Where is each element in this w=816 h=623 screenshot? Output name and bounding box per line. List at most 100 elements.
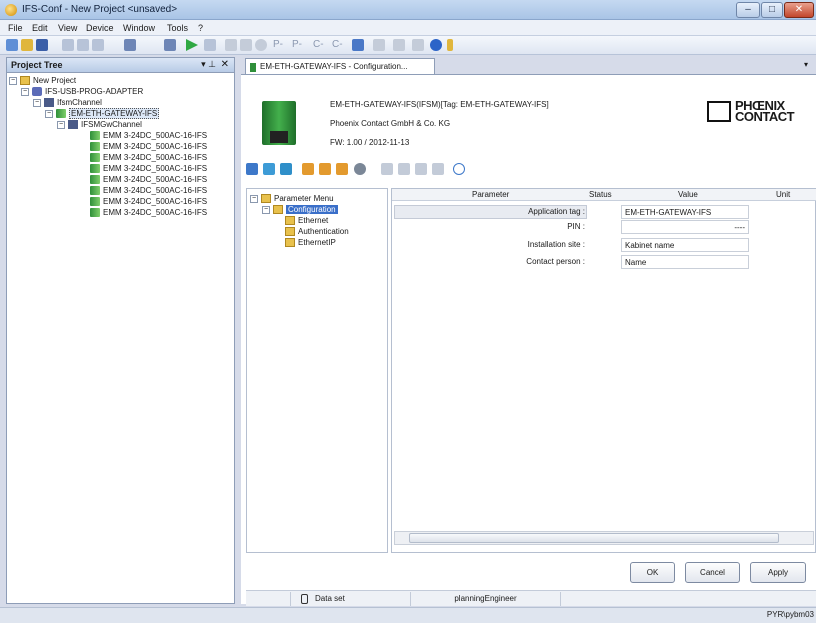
edit-icon[interactable] (280, 163, 292, 175)
info-icon[interactable] (453, 163, 465, 175)
tree-node-device[interactable]: EMM 3-24DC_500AC-16-IFS (90, 163, 207, 174)
minimize-button[interactable]: – (736, 2, 760, 18)
close-button[interactable]: ✕ (784, 2, 814, 18)
menu-view[interactable]: View (58, 23, 77, 33)
open-icon[interactable] (21, 39, 33, 51)
tree-node-device[interactable]: EMM 3-24DC_500AC-16-IFS (90, 130, 207, 141)
tree-node-device[interactable]: EMM 3-24DC_500AC-16-IFS (90, 141, 207, 152)
observe-icon[interactable] (415, 163, 427, 175)
dataset-label: Data set (315, 594, 345, 603)
diagnostics-icon[interactable] (398, 163, 410, 175)
pause-icon[interactable] (204, 39, 216, 51)
tree-node-gw-channel[interactable]: − IFSMGwChannel (57, 119, 142, 130)
table-row: Installation site : Kabinet name (392, 238, 816, 253)
paste-icon[interactable] (92, 39, 104, 51)
application-tag-field[interactable]: EM-ETH-GATEWAY-IFS (621, 205, 749, 219)
copy-icon[interactable] (77, 39, 89, 51)
compare-icon[interactable] (336, 163, 348, 175)
pin-field[interactable]: ---- (621, 220, 749, 234)
tab-list-dropdown-icon[interactable]: ▾ (804, 60, 808, 69)
tab-configuration[interactable]: EM-ETH-GATEWAY-IFS - Configuration... (245, 58, 435, 74)
tree-node-project[interactable]: − New Project (9, 75, 76, 86)
save-icon[interactable] (36, 39, 48, 51)
tree-node-device[interactable]: EMM 3-24DC_500AC-16-IFS (90, 152, 207, 163)
info-icon[interactable] (430, 39, 442, 51)
write-device-icon[interactable] (319, 163, 331, 175)
new-icon[interactable] (6, 39, 18, 51)
tree-node-device[interactable]: EMM 3-24DC_500AC-16-IFS (90, 196, 207, 207)
layout-icon[interactable] (124, 39, 136, 51)
online-icon[interactable] (381, 163, 393, 175)
p-minus-button-1[interactable]: P- (273, 39, 283, 50)
connect-icon[interactable] (164, 39, 176, 51)
toolbar-overflow-icon[interactable] (447, 39, 453, 51)
ok-button[interactable]: OK (630, 562, 675, 583)
close-panel-icon[interactable]: ✕ (221, 59, 229, 70)
device-icon (56, 109, 66, 119)
read-device-icon[interactable] (302, 163, 314, 175)
c-minus-button-1[interactable]: C- (313, 39, 324, 50)
cut-icon[interactable] (62, 39, 74, 51)
refresh-icon[interactable] (246, 163, 258, 175)
play-icon[interactable] (186, 39, 198, 51)
collapse-icon[interactable]: − (57, 120, 65, 129)
c-minus-button-2[interactable]: C- (332, 39, 343, 50)
upload-icon[interactable] (225, 39, 237, 51)
column-header-unit: Unit (776, 190, 791, 199)
apply-button[interactable]: Apply (750, 562, 806, 583)
menu-edit[interactable]: Edit (32, 23, 48, 33)
param-label-installation-site: Installation site : (527, 240, 585, 249)
simulate-icon[interactable] (432, 163, 444, 175)
device-icon (250, 63, 256, 72)
logo-mark-icon (707, 101, 731, 122)
print-icon[interactable] (354, 163, 366, 175)
menu-window[interactable]: Window (123, 23, 155, 33)
folder-icon (285, 227, 295, 237)
parameter-view-icon[interactable] (263, 163, 275, 175)
scrollbar-thumb[interactable] (409, 533, 779, 543)
tree-node-device[interactable]: EMM 3-24DC_500AC-16-IFS (90, 207, 207, 218)
topology-icon[interactable] (373, 39, 385, 51)
collapse-icon[interactable]: − (21, 87, 29, 96)
settings-icon[interactable] (412, 39, 424, 51)
channel-icon (44, 98, 54, 108)
tree-node-device[interactable]: EMM 3-24DC_500AC-16-IFS (90, 185, 207, 196)
wrench-icon[interactable] (352, 39, 364, 51)
param-menu-ethernet[interactable]: Ethernet (285, 215, 328, 226)
zoom-icon[interactable] (393, 39, 405, 51)
param-menu-ethernetip[interactable]: EthernetIP (285, 237, 336, 248)
p-minus-button-2[interactable]: P- (292, 39, 302, 50)
tree-node-channel[interactable]: − IfsmChannel (33, 97, 102, 108)
param-menu-configuration[interactable]: − Configuration (262, 204, 338, 215)
sync-icon[interactable] (255, 39, 267, 51)
folder-open-icon (273, 205, 283, 215)
param-label-pin: PIN : (567, 222, 585, 231)
tree-node-adapter[interactable]: − IFS-USB-PROG-ADAPTER (21, 86, 143, 97)
current-user: PYR\pybm03 (766, 610, 814, 619)
menu-bar: File Edit View Device Window Tools ? (0, 20, 816, 36)
collapse-icon[interactable]: − (33, 98, 41, 107)
tree-node-gateway[interactable]: − EM-ETH-GATEWAY-IFS (45, 108, 160, 119)
device-vendor: Phoenix Contact GmbH & Co. KG (330, 119, 451, 128)
installation-site-field[interactable]: Kabinet name (621, 238, 749, 252)
menu-help[interactable]: ? (198, 23, 203, 33)
download-icon[interactable] (240, 39, 252, 51)
collapse-icon[interactable]: − (9, 76, 17, 85)
maximize-button[interactable]: □ (761, 2, 783, 18)
menu-device[interactable]: Device (86, 23, 114, 33)
contact-person-field[interactable]: Name (621, 255, 749, 269)
menu-file[interactable]: File (8, 23, 23, 33)
collapse-icon[interactable]: − (262, 205, 270, 214)
adapter-icon (32, 87, 42, 97)
collapse-icon[interactable]: − (45, 109, 53, 118)
menu-tools[interactable]: Tools (167, 23, 188, 33)
tree-node-device[interactable]: EMM 3-24DC_500AC-16-IFS (90, 174, 207, 185)
cancel-button[interactable]: Cancel (685, 562, 740, 583)
param-menu-root[interactable]: − Parameter Menu (250, 193, 334, 204)
collapse-icon[interactable]: − (250, 194, 258, 203)
device-icon (90, 197, 100, 207)
param-menu-authentication[interactable]: Authentication (285, 226, 349, 237)
pin-icon[interactable]: ▾ ⊥ (201, 59, 216, 70)
device-image (262, 101, 296, 145)
horizontal-scrollbar[interactable] (394, 531, 814, 545)
